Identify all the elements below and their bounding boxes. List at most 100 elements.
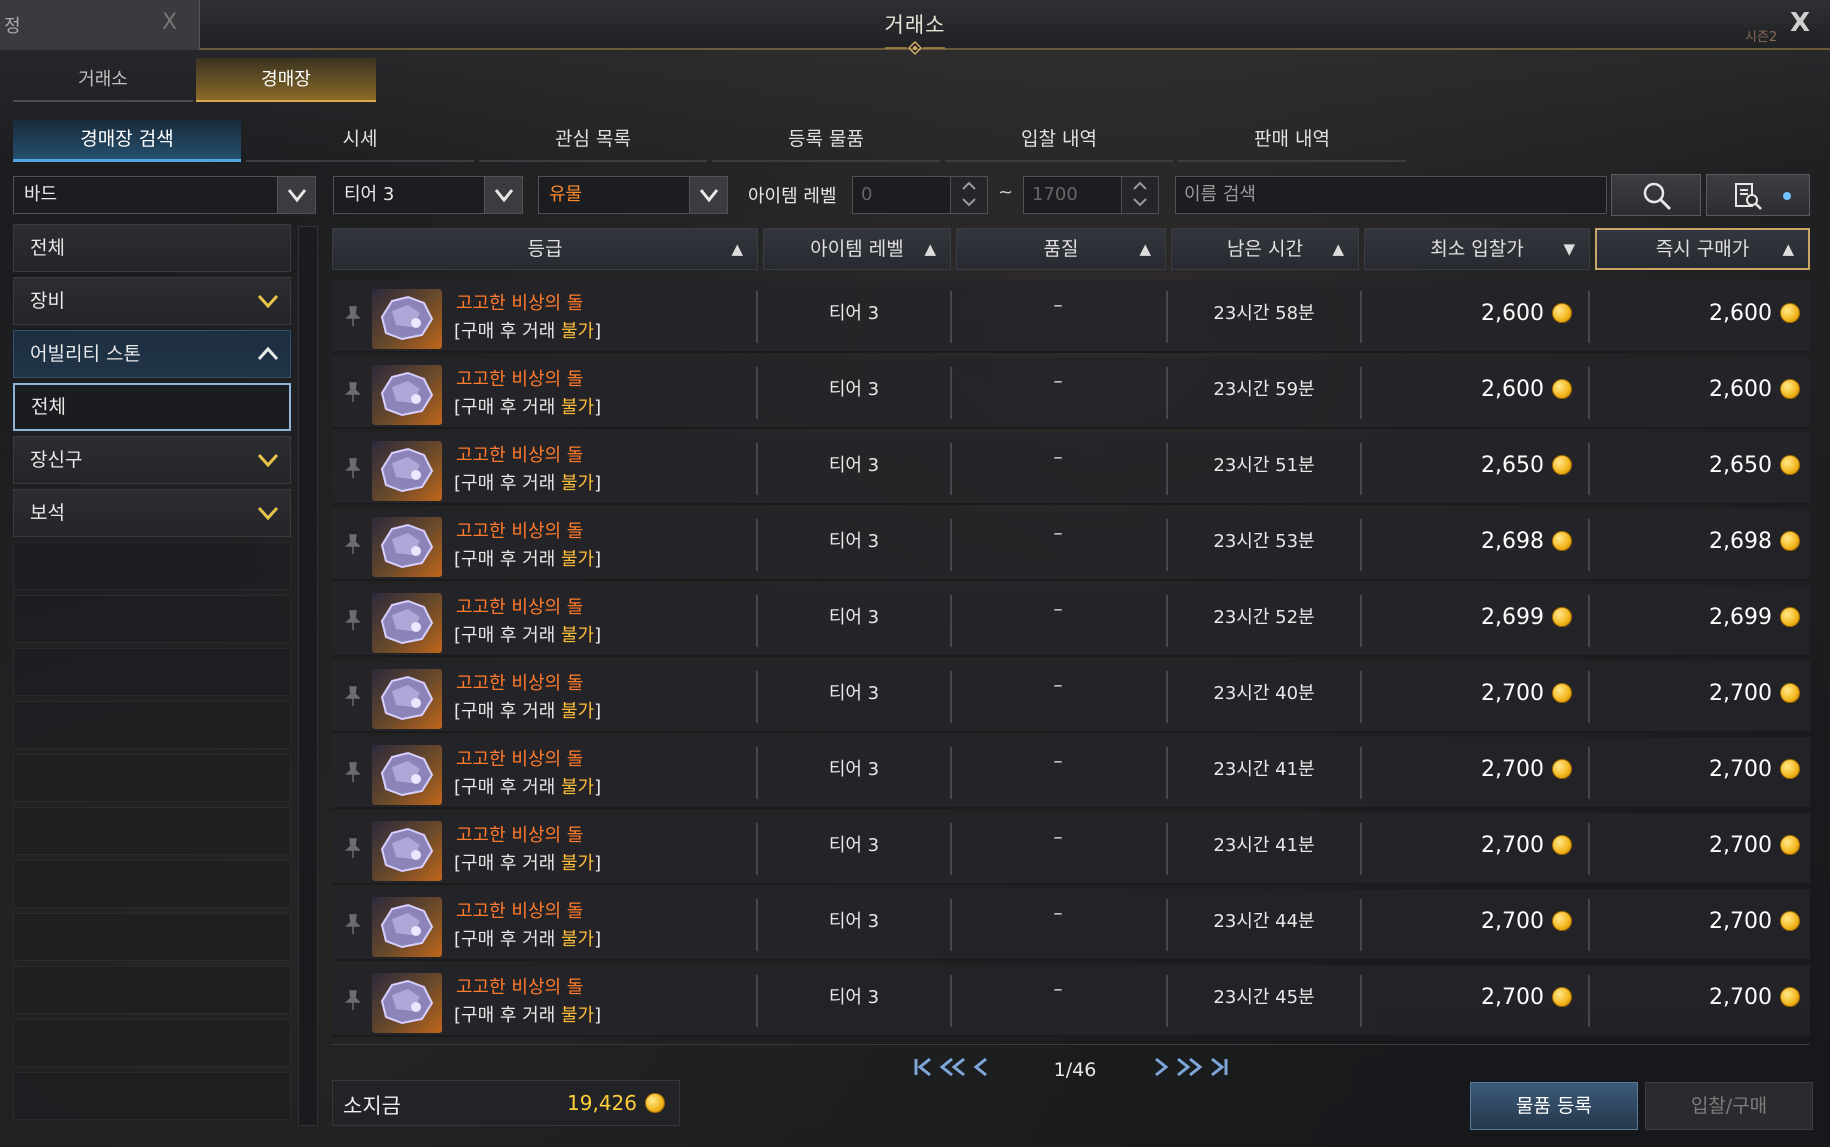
class-dropdown[interactable]: 바드: [13, 176, 316, 214]
item-trade-restriction: [구매 후 거래 불가]: [454, 621, 601, 647]
grade-dropdown-value: 유물: [549, 184, 583, 205]
detail-search-button[interactable]: [1706, 174, 1810, 216]
tab-registered-items[interactable]: 등록 물품: [712, 120, 940, 162]
prev-page-icon[interactable]: [972, 1056, 990, 1078]
first-page-icon[interactable]: [912, 1056, 934, 1078]
table-row[interactable]: 고고한 비상의 돌 [구매 후 거래 불가] 티어 3 – 23시간 52분 2,699 2…: [332, 585, 1810, 657]
tab-sale-history[interactable]: 판매 내역: [1178, 120, 1406, 162]
sidebar-item-label: 장신구: [30, 449, 83, 471]
remaining-time-cell: 23시간 41분: [1213, 759, 1315, 780]
sidebar-item-accessories[interactable]: 장신구: [13, 436, 291, 484]
next-page-icon[interactable]: [1152, 1056, 1170, 1078]
trade-restriction-suffix: ]: [594, 853, 602, 874]
item-level-max-stepper[interactable]: [1121, 176, 1159, 214]
gold-coin-icon: [1552, 607, 1572, 627]
pin-icon[interactable]: [342, 913, 364, 935]
trade-restriction-prefix: [구매 후 거래: [454, 321, 561, 342]
item-level-min-stepper[interactable]: [950, 176, 988, 214]
buyout-value: 2,699: [1709, 605, 1772, 630]
chevron-down-icon: [257, 294, 279, 309]
trade-restriction-warning: 불가: [561, 625, 595, 646]
remaining-time-cell: 23시간 40분: [1213, 683, 1315, 704]
gold-coin-icon: [1780, 531, 1800, 551]
name-search-input[interactable]: 이름 검색: [1175, 176, 1607, 214]
item-trade-restriction: [구매 후 거래 불가]: [454, 317, 601, 343]
sidebar-item-ability-stone[interactable]: 어빌리티 스톤: [13, 330, 291, 378]
tab-auction[interactable]: 경매장: [196, 58, 376, 102]
register-item-button[interactable]: 물품 등록: [1470, 1082, 1638, 1130]
item-name: 고고한 비상의 돌: [456, 597, 584, 618]
pin-icon[interactable]: [342, 305, 364, 327]
item-trade-restriction: [구매 후 거래 불가]: [454, 469, 601, 495]
pin-icon[interactable]: [342, 761, 364, 783]
close-icon[interactable]: X: [1790, 8, 1810, 38]
table-row[interactable]: 고고한 비상의 돌 [구매 후 거래 불가] 티어 3 – 23시간 58분 2,600 2…: [332, 281, 1810, 353]
table-row[interactable]: 고고한 비상의 돌 [구매 후 거래 불가] 티어 3 – 23시간 44분 2,700 2…: [332, 889, 1810, 961]
table-row[interactable]: 고고한 비상의 돌 [구매 후 거래 불가] 티어 3 – 23시간 41분 2,700 2…: [332, 737, 1810, 809]
column-header-item-level[interactable]: 아이템 레벨 ▲: [763, 228, 951, 270]
table-row[interactable]: 고고한 비상의 돌 [구매 후 거래 불가] 티어 3 – 23시간 51분 2,650 2…: [332, 433, 1810, 505]
column-header-min-bid[interactable]: 최소 입찰가 ▼: [1364, 228, 1590, 270]
gold-coin-icon: [1552, 379, 1572, 399]
table-row[interactable]: 고고한 비상의 돌 [구매 후 거래 불가] 티어 3 – 23시간 40분 2,700 2…: [332, 661, 1810, 733]
table-row[interactable]: 고고한 비상의 돌 [구매 후 거래 불가] 티어 3 – 23시간 59분 2,600 2…: [332, 357, 1810, 429]
trade-restriction-suffix: ]: [594, 397, 602, 418]
ability-stone-icon: [372, 593, 442, 653]
quality-cell: –: [1053, 675, 1063, 696]
trade-restriction-warning: 불가: [561, 701, 595, 722]
column-header-grade[interactable]: 등급 ▲: [332, 228, 758, 270]
table-row[interactable]: 고고한 비상의 돌 [구매 후 거래 불가] 티어 3 – 23시간 53분 2,698 2…: [332, 509, 1810, 581]
gold-coin-icon: [1780, 607, 1800, 627]
chevron-up-icon: [257, 346, 279, 361]
prev-ten-pages-icon[interactable]: [938, 1056, 968, 1078]
quality-cell: –: [1053, 295, 1063, 316]
remaining-time-cell: 23시간 51분: [1213, 455, 1315, 476]
ability-stone-icon: [372, 745, 442, 805]
trade-restriction-warning: 불가: [561, 321, 595, 342]
search-button[interactable]: [1611, 174, 1701, 216]
tab-auction-search[interactable]: 경매장 검색: [13, 120, 241, 162]
class-dropdown-value: 바드: [24, 184, 58, 205]
pin-icon[interactable]: [342, 609, 364, 631]
tier-dropdown[interactable]: 티어 3: [333, 176, 523, 214]
remaining-time-cell: 23시간 45분: [1213, 987, 1315, 1008]
gold-balance: 소지금 19,426: [332, 1080, 680, 1126]
sidebar-item-all[interactable]: 전체: [13, 224, 291, 272]
pin-icon[interactable]: [342, 685, 364, 707]
window-title: 거래소: [884, 13, 946, 37]
pin-icon[interactable]: [342, 989, 364, 1011]
tab-exchange[interactable]: 거래소: [13, 58, 193, 102]
table-row[interactable]: 고고한 비상의 돌 [구매 후 거래 불가] 티어 3 – 23시간 45분 2,700 2…: [332, 965, 1810, 1037]
column-header-quality[interactable]: 품질 ▲: [956, 228, 1166, 270]
pin-icon[interactable]: [342, 457, 364, 479]
tab-watchlist[interactable]: 관심 목록: [479, 120, 707, 162]
min-bid-cell: 2,700: [1362, 889, 1584, 959]
column-header-label: 품질: [1043, 238, 1079, 260]
column-header-buyout[interactable]: 즉시 구매가 ▲: [1595, 228, 1810, 270]
pin-icon[interactable]: [342, 381, 364, 403]
sidebar-scrollbar[interactable]: [298, 226, 318, 1126]
trade-restriction-prefix: [구매 후 거래: [454, 1005, 561, 1026]
sort-down-icon: ▼: [1563, 240, 1575, 258]
trade-restriction-suffix: ]: [594, 929, 602, 950]
sidebar-item-equipment[interactable]: 장비: [13, 277, 291, 325]
remaining-time-cell: 23시간 44분: [1213, 911, 1315, 932]
pin-icon[interactable]: [342, 837, 364, 859]
table-row[interactable]: 고고한 비상의 돌 [구매 후 거래 불가] 티어 3 – 23시간 41분 2,700 2…: [332, 813, 1810, 885]
remaining-time-cell: 23시간 53분: [1213, 531, 1315, 552]
sidebar-subitem-all[interactable]: 전체: [13, 383, 291, 431]
season-label: 시즌2: [1745, 30, 1778, 45]
next-ten-pages-icon[interactable]: [1174, 1056, 1204, 1078]
last-page-icon[interactable]: [1208, 1056, 1230, 1078]
min-bid-value: 2,699: [1481, 605, 1544, 630]
grade-dropdown[interactable]: 유물: [538, 176, 728, 214]
sidebar-item-label: 전체: [30, 237, 65, 259]
bid-buy-button[interactable]: 입찰/구매: [1645, 1082, 1813, 1130]
column-header-remaining-time[interactable]: 남은 시간 ▲: [1171, 228, 1359, 270]
item-name: 고고한 비상의 돌: [456, 521, 584, 542]
tab-bid-history[interactable]: 입찰 내역: [945, 120, 1173, 162]
tab-market-price[interactable]: 시세: [246, 120, 474, 162]
pin-icon[interactable]: [342, 533, 364, 555]
sidebar-item-gems[interactable]: 보석: [13, 489, 291, 537]
quality-cell: –: [1053, 599, 1063, 620]
